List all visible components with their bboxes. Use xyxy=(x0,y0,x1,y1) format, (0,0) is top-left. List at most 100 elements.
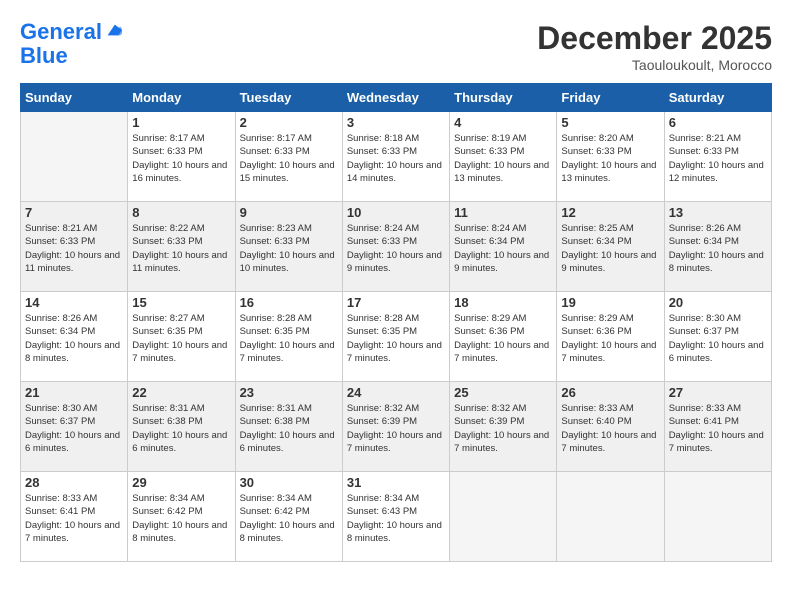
day-number: 6 xyxy=(669,115,767,130)
day-number: 26 xyxy=(561,385,659,400)
location: Taouloukoult, Morocco xyxy=(537,57,772,73)
day-info: Sunrise: 8:19 AMSunset: 6:33 PMDaylight:… xyxy=(454,132,552,185)
calendar-day-cell: 13 Sunrise: 8:26 AMSunset: 6:34 PMDayligh… xyxy=(664,202,771,292)
day-number: 22 xyxy=(132,385,230,400)
day-number: 9 xyxy=(240,205,338,220)
weekday-header-row: SundayMondayTuesdayWednesdayThursdayFrid… xyxy=(21,84,772,112)
calendar-week-row: 14Sunrise: 8:26 AMSunset: 6:34 PMDayligh… xyxy=(21,292,772,382)
day-info: Sunrise: 8:30 AMSunset: 6:37 PMDaylight:… xyxy=(25,402,123,455)
weekday-header-tuesday: Tuesday xyxy=(235,84,342,112)
day-number: 20 xyxy=(669,295,767,310)
calendar-day-cell xyxy=(664,472,771,562)
calendar-day-cell: 16 Sunrise: 8:28 AMSunset: 6:35 PMDayligh… xyxy=(235,292,342,382)
calendar-day-cell: 29Sunrise: 8:34 AMSunset: 6:42 PMDayligh… xyxy=(128,472,235,562)
day-number: 28 xyxy=(25,475,123,490)
calendar-day-cell: 19 Sunrise: 8:29 AMSunset: 6:36 PMDayligh… xyxy=(557,292,664,382)
day-number: 11 xyxy=(454,205,552,220)
weekday-header-friday: Friday xyxy=(557,84,664,112)
day-number: 1 xyxy=(132,115,230,130)
day-number: 13 xyxy=(669,205,767,220)
calendar-week-row: 28 Sunrise: 8:33 AMSunset: 6:41 PMDayligh… xyxy=(21,472,772,562)
logo-text-blue: Blue xyxy=(20,44,122,68)
day-info: Sunrise: 8:26 AMSunset: 6:34 PMDaylight:… xyxy=(669,222,767,275)
calendar-day-cell: 27 Sunrise: 8:33 AMSunset: 6:41 PMDayligh… xyxy=(664,382,771,472)
calendar-day-cell: 20Sunrise: 8:30 AMSunset: 6:37 PMDayligh… xyxy=(664,292,771,382)
day-number: 16 xyxy=(240,295,338,310)
day-info: Sunrise: 8:22 AMSunset: 6:33 PMDaylight:… xyxy=(132,222,230,275)
day-number: 25 xyxy=(454,385,552,400)
day-info: Sunrise: 8:32 AMSunset: 6:39 PMDaylight:… xyxy=(454,402,552,455)
calendar-day-cell: 30 Sunrise: 8:34 AMSunset: 6:42 PMDayligh… xyxy=(235,472,342,562)
calendar-day-cell: 18Sunrise: 8:29 AMSunset: 6:36 PMDayligh… xyxy=(450,292,557,382)
day-number: 27 xyxy=(669,385,767,400)
day-number: 12 xyxy=(561,205,659,220)
weekday-header-thursday: Thursday xyxy=(450,84,557,112)
day-info: Sunrise: 8:28 AMSunset: 6:35 PMDaylight:… xyxy=(347,312,445,365)
day-info: Sunrise: 8:33 AMSunset: 6:41 PMDaylight:… xyxy=(25,492,123,545)
weekday-header-wednesday: Wednesday xyxy=(342,84,449,112)
day-info: Sunrise: 8:25 AMSunset: 6:34 PMDaylight:… xyxy=(561,222,659,275)
calendar-day-cell: 1 Sunrise: 8:17 AMSunset: 6:33 PMDaylight… xyxy=(128,112,235,202)
day-info: Sunrise: 8:29 AMSunset: 6:36 PMDaylight:… xyxy=(561,312,659,365)
day-info: Sunrise: 8:21 AMSunset: 6:33 PMDaylight:… xyxy=(669,132,767,185)
page-header: General Blue December 2025 Taouloukoult,… xyxy=(20,20,772,73)
calendar-day-cell: 26 Sunrise: 8:33 AMSunset: 6:40 PMDayligh… xyxy=(557,382,664,472)
day-number: 5 xyxy=(561,115,659,130)
calendar-day-cell: 8 Sunrise: 8:22 AMSunset: 6:33 PMDaylight… xyxy=(128,202,235,292)
calendar-day-cell xyxy=(557,472,664,562)
day-number: 17 xyxy=(347,295,445,310)
day-info: Sunrise: 8:34 AMSunset: 6:43 PMDaylight:… xyxy=(347,492,445,545)
day-info: Sunrise: 8:33 AMSunset: 6:40 PMDaylight:… xyxy=(561,402,659,455)
calendar-day-cell: 7 Sunrise: 8:21 AMSunset: 6:33 PMDaylight… xyxy=(21,202,128,292)
day-info: Sunrise: 8:18 AMSunset: 6:33 PMDaylight:… xyxy=(347,132,445,185)
calendar-day-cell: 14Sunrise: 8:26 AMSunset: 6:34 PMDayligh… xyxy=(21,292,128,382)
day-info: Sunrise: 8:21 AMSunset: 6:33 PMDaylight:… xyxy=(25,222,123,275)
calendar-day-cell: 31Sunrise: 8:34 AMSunset: 6:43 PMDayligh… xyxy=(342,472,449,562)
day-number: 30 xyxy=(240,475,338,490)
logo-text-general: General xyxy=(20,19,102,44)
day-info: Sunrise: 8:29 AMSunset: 6:36 PMDaylight:… xyxy=(454,312,552,365)
day-info: Sunrise: 8:31 AMSunset: 6:38 PMDaylight:… xyxy=(132,402,230,455)
calendar-day-cell: 23 Sunrise: 8:31 AMSunset: 6:38 PMDayligh… xyxy=(235,382,342,472)
calendar-day-cell: 5Sunrise: 8:20 AMSunset: 6:33 PMDaylight… xyxy=(557,112,664,202)
calendar-day-cell: 2 Sunrise: 8:17 AMSunset: 6:33 PMDaylight… xyxy=(235,112,342,202)
day-info: Sunrise: 8:17 AMSunset: 6:33 PMDaylight:… xyxy=(240,132,338,185)
calendar-day-cell: 3 Sunrise: 8:18 AMSunset: 6:33 PMDaylight… xyxy=(342,112,449,202)
calendar-week-row: 1 Sunrise: 8:17 AMSunset: 6:33 PMDaylight… xyxy=(21,112,772,202)
day-info: Sunrise: 8:34 AMSunset: 6:42 PMDaylight:… xyxy=(132,492,230,545)
logo-icon xyxy=(104,21,122,39)
day-info: Sunrise: 8:28 AMSunset: 6:35 PMDaylight:… xyxy=(240,312,338,365)
calendar-day-cell: 25 Sunrise: 8:32 AMSunset: 6:39 PMDayligh… xyxy=(450,382,557,472)
day-info: Sunrise: 8:17 AMSunset: 6:33 PMDaylight:… xyxy=(132,132,230,185)
day-number: 7 xyxy=(25,205,123,220)
day-number: 24 xyxy=(347,385,445,400)
calendar-table: SundayMondayTuesdayWednesdayThursdayFrid… xyxy=(20,83,772,562)
day-number: 21 xyxy=(25,385,123,400)
title-block: December 2025 Taouloukoult, Morocco xyxy=(537,20,772,73)
day-number: 2 xyxy=(240,115,338,130)
day-number: 4 xyxy=(454,115,552,130)
logo: General Blue xyxy=(20,20,122,68)
calendar-day-cell: 10Sunrise: 8:24 AMSunset: 6:33 PMDayligh… xyxy=(342,202,449,292)
calendar-day-cell xyxy=(21,112,128,202)
day-info: Sunrise: 8:27 AMSunset: 6:35 PMDaylight:… xyxy=(132,312,230,365)
calendar-day-cell: 11 Sunrise: 8:24 AMSunset: 6:34 PMDayligh… xyxy=(450,202,557,292)
month-title: December 2025 xyxy=(537,20,772,57)
calendar-day-cell: 24Sunrise: 8:32 AMSunset: 6:39 PMDayligh… xyxy=(342,382,449,472)
day-number: 8 xyxy=(132,205,230,220)
day-number: 23 xyxy=(240,385,338,400)
calendar-day-cell xyxy=(450,472,557,562)
calendar-week-row: 7 Sunrise: 8:21 AMSunset: 6:33 PMDaylight… xyxy=(21,202,772,292)
calendar-day-cell: 28 Sunrise: 8:33 AMSunset: 6:41 PMDayligh… xyxy=(21,472,128,562)
calendar-day-cell: 12 Sunrise: 8:25 AMSunset: 6:34 PMDayligh… xyxy=(557,202,664,292)
day-info: Sunrise: 8:24 AMSunset: 6:34 PMDaylight:… xyxy=(454,222,552,275)
day-number: 3 xyxy=(347,115,445,130)
day-info: Sunrise: 8:31 AMSunset: 6:38 PMDaylight:… xyxy=(240,402,338,455)
calendar-week-row: 21 Sunrise: 8:30 AMSunset: 6:37 PMDayligh… xyxy=(21,382,772,472)
weekday-header-saturday: Saturday xyxy=(664,84,771,112)
day-info: Sunrise: 8:26 AMSunset: 6:34 PMDaylight:… xyxy=(25,312,123,365)
day-number: 19 xyxy=(561,295,659,310)
day-info: Sunrise: 8:33 AMSunset: 6:41 PMDaylight:… xyxy=(669,402,767,455)
weekday-header-sunday: Sunday xyxy=(21,84,128,112)
day-info: Sunrise: 8:34 AMSunset: 6:42 PMDaylight:… xyxy=(240,492,338,545)
